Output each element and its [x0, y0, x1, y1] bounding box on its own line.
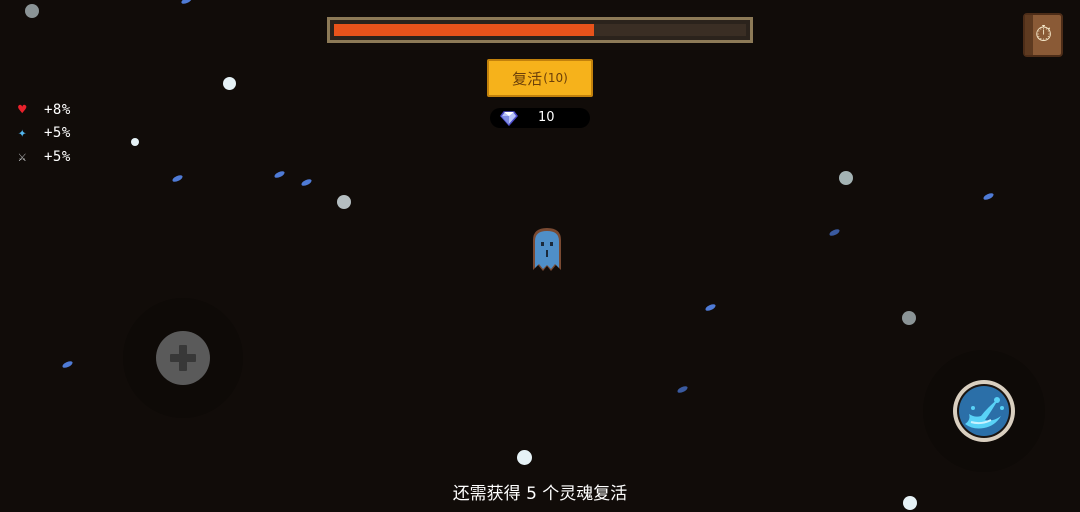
ghost-player	[533, 228, 561, 271]
skill-button-area	[923, 350, 1045, 472]
particle	[25, 4, 39, 18]
joystick[interactable]	[123, 298, 243, 418]
particle	[61, 359, 74, 370]
particle	[704, 302, 717, 313]
revive-button[interactable]: 复活 (10)	[487, 59, 593, 97]
particle	[300, 177, 313, 188]
particle	[517, 450, 532, 465]
book-emblem: ⏱	[1035, 22, 1053, 47]
joystick-knob[interactable]	[156, 331, 210, 385]
particle	[337, 195, 351, 209]
book-spine	[1025, 15, 1033, 55]
gem-count: 10	[538, 110, 555, 125]
buff-value: +5%	[44, 149, 71, 165]
heart-icon: ♥	[18, 102, 27, 118]
particle	[180, 0, 193, 6]
book-icon[interactable]: ⏱	[1023, 13, 1063, 57]
progress-fill	[334, 24, 594, 36]
revive-label: 复活	[512, 69, 543, 88]
particle	[676, 384, 689, 395]
revive-progress-bar	[327, 17, 753, 43]
revive-cost: (10)	[543, 71, 568, 85]
particle	[273, 169, 286, 180]
skill-button[interactable]	[951, 378, 1017, 444]
plus-icon	[170, 345, 196, 371]
particle	[982, 191, 995, 202]
buff-value: +8%	[44, 102, 71, 118]
sword-icon: ⚔	[18, 149, 27, 165]
buff-value: +5%	[44, 125, 71, 141]
particle	[223, 77, 236, 90]
buff-health: ♥ +8%	[18, 101, 71, 119]
revive-hint-text: 还需获得 5 个灵魂复活	[452, 484, 628, 504]
buff-energy: ✦ +5%	[18, 124, 71, 142]
particle	[131, 138, 139, 146]
diamond-icon	[500, 111, 518, 127]
gem-counter: 10	[490, 108, 590, 128]
buff-attack: ⚔ +5%	[18, 148, 71, 166]
particle	[171, 173, 184, 184]
particle	[902, 311, 916, 325]
particle	[828, 227, 841, 238]
particle	[839, 171, 853, 185]
energy-icon: ✦	[18, 125, 27, 141]
progress-track	[334, 24, 746, 36]
